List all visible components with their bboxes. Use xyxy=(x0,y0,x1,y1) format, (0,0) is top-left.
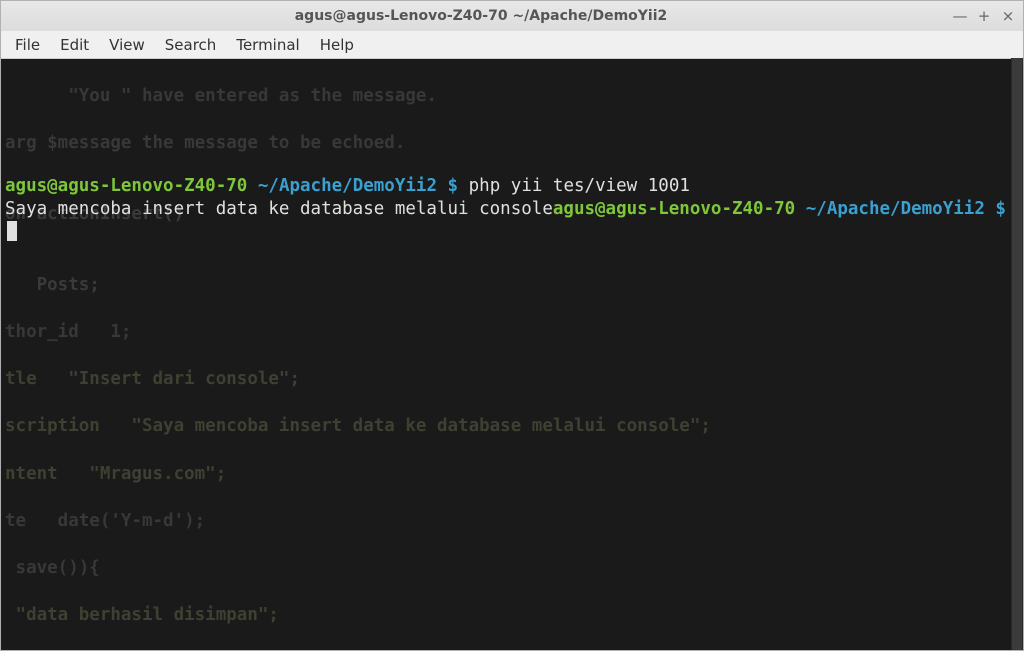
window-controls: — + × xyxy=(953,9,1015,23)
prompt-path: ~/Apache/DemoYii2 xyxy=(806,199,985,219)
prompt-symbol: $ xyxy=(448,176,459,196)
background-editor-text: "You " have entered as the message. arg … xyxy=(1,59,1023,650)
titlebar[interactable]: agus@agus-Lenovo-Z40-70 ~/Apache/DemoYii… xyxy=(1,1,1023,31)
command-text: php yii tes/view 1001 xyxy=(469,176,690,196)
menu-search[interactable]: Search xyxy=(155,33,227,57)
prompt-symbol: $ xyxy=(995,199,1006,219)
scrollbar-thumb[interactable] xyxy=(1012,58,1022,650)
window-title: agus@agus-Lenovo-Z40-70 ~/Apache/DemoYii… xyxy=(9,8,953,24)
menu-file[interactable]: File xyxy=(5,33,50,57)
prompt-userhost: agus@agus-Lenovo-Z40-70 xyxy=(5,176,247,196)
scrollbar-vertical[interactable] xyxy=(1011,58,1023,650)
maximize-button[interactable]: + xyxy=(977,9,991,23)
menu-edit[interactable]: Edit xyxy=(50,33,99,57)
terminal-window: agus@agus-Lenovo-Z40-70 ~/Apache/DemoYii… xyxy=(0,0,1024,651)
terminal-foreground: agus@agus-Lenovo-Z40-70 ~/Apache/DemoYii… xyxy=(5,175,1019,243)
prompt-userhost: agus@agus-Lenovo-Z40-70 xyxy=(553,199,795,219)
terminal-area[interactable]: "You " have entered as the message. arg … xyxy=(1,59,1023,650)
cursor xyxy=(7,221,17,241)
menubar: File Edit View Search Terminal Help xyxy=(1,31,1023,59)
minimize-button[interactable]: — xyxy=(953,9,967,23)
close-button[interactable]: × xyxy=(1001,9,1015,23)
command-output: Saya mencoba insert data ke database mel… xyxy=(5,199,553,219)
prompt-path: ~/Apache/DemoYii2 xyxy=(258,176,437,196)
menu-terminal[interactable]: Terminal xyxy=(226,33,309,57)
menu-help[interactable]: Help xyxy=(310,33,364,57)
menu-view[interactable]: View xyxy=(99,33,155,57)
